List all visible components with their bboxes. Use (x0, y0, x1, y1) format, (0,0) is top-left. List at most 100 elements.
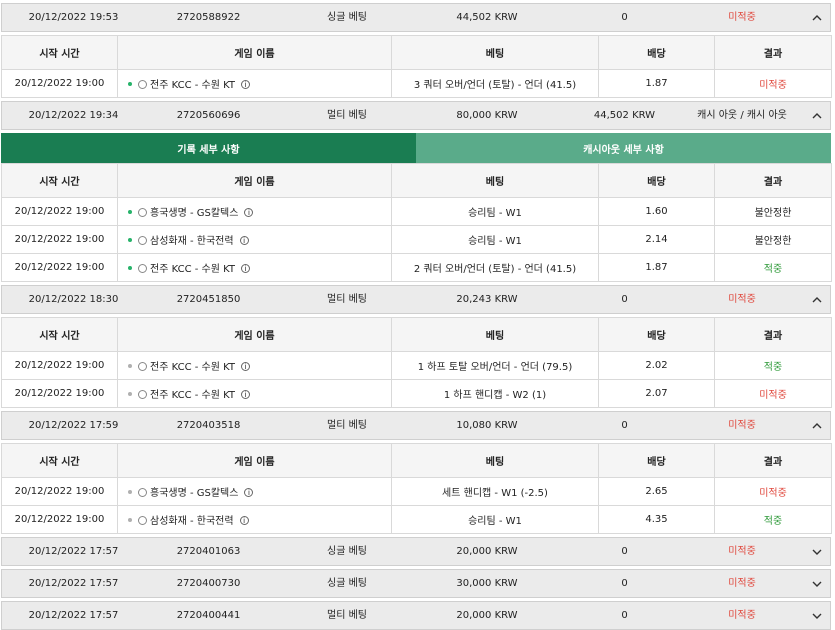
game-cell: 삼성화재 - 한국전력 i (117, 505, 392, 534)
bet-selection: 1 하프 토탈 오버/언더 - 언더 (79.5) (391, 351, 599, 380)
header-start-time: 시작 시간 (1, 317, 118, 352)
info-icon[interactable]: i (241, 263, 250, 273)
game-name: 흥국생명 - GS칼텍스 (150, 208, 239, 219)
status-dot-icon (128, 518, 132, 522)
details-tabs: 기록 세부 사항 캐시아웃 세부 사항 (1, 133, 831, 163)
bet-summary-row[interactable]: 20/12/2022 17:57 2720401063 싱글 베팅 20,000… (1, 537, 831, 566)
bet-date: 20/12/2022 17:57 (28, 578, 119, 589)
game-cell: 전주 KCC - 수원 KT i (117, 253, 392, 282)
info-icon[interactable]: i (241, 389, 250, 399)
result: 적중 (714, 253, 832, 282)
chevron-up-icon[interactable] (812, 295, 822, 305)
chevron-down-icon[interactable] (812, 611, 822, 621)
header-result: 결과 (714, 163, 832, 198)
header-start-time: 시작 시간 (1, 163, 118, 198)
odds: 1.87 (598, 253, 715, 282)
basketball-icon (138, 79, 147, 89)
bet-winnings: 0 (621, 578, 628, 589)
info-icon[interactable]: i (244, 487, 254, 497)
bet-winnings: 0 (621, 294, 628, 305)
live-dot-icon (128, 266, 132, 270)
bet-type: 멀티 베팅 (327, 610, 367, 621)
result: 미적중 (714, 379, 832, 408)
table-row: 20/12/2022 19:00 삼성화재 - 한국전력 i 승리팀 - W1 4… (1, 505, 832, 534)
bet-winnings: 44,502 KRW (593, 110, 656, 121)
bet-date: 20/12/2022 17:59 (28, 420, 119, 431)
live-dot-icon (128, 238, 132, 242)
chevron-up-icon[interactable] (812, 13, 822, 23)
bet-summary-row[interactable]: 20/12/2022 19:34 2720560696 멀티 베팅 80,000… (1, 101, 831, 130)
result: 적중 (714, 505, 832, 534)
start-time: 20/12/2022 19:00 (1, 69, 118, 98)
result: 미적중 (714, 69, 832, 98)
bet-amount: 20,000 KRW (456, 546, 518, 557)
table-row: 20/12/2022 19:00 전주 KCC - 수원 KT i 3 쿼터 오버… (1, 69, 832, 98)
chevron-down-icon[interactable] (812, 579, 822, 589)
bet-selection: 2 쿼터 오버/언더 (토탈) - 언더 (41.5) (391, 253, 599, 282)
bet-date: 20/12/2022 19:34 (28, 110, 119, 121)
table-row: 20/12/2022 19:00 전주 KCC - 수원 KT i 1 하프 토탈… (1, 351, 832, 380)
bet-date: 20/12/2022 18:30 (28, 294, 119, 305)
header-odds: 배당 (598, 35, 715, 70)
bet-summary-row[interactable]: 20/12/2022 17:57 2720400730 싱글 베팅 30,000… (1, 569, 831, 598)
bet-summary-row[interactable]: 20/12/2022 17:59 2720403518 멀티 베팅 10,080… (1, 411, 831, 440)
result: 불안정한 (714, 197, 832, 226)
tab-history-details[interactable]: 기록 세부 사항 (1, 133, 416, 163)
bet-details-table: 시작 시간 게임 이름 베팅 배당 결과 20/12/2022 19:00 흥국… (1, 163, 832, 282)
info-icon[interactable]: i (241, 79, 250, 89)
bet-amount: 20,000 KRW (456, 610, 518, 621)
header-bet: 베팅 (391, 317, 599, 352)
odds: 2.07 (598, 379, 715, 408)
bet-winnings: 0 (621, 12, 628, 23)
bet-summary-row[interactable]: 20/12/2022 18:30 2720451850 멀티 베팅 20,243… (1, 285, 831, 314)
info-icon[interactable]: i (244, 207, 254, 217)
bet-details-table: 시작 시간 게임 이름 베팅 배당 결과 20/12/2022 19:00 전주… (1, 35, 832, 98)
info-icon[interactable]: i (239, 235, 249, 245)
bet-id: 2720560696 (176, 110, 241, 121)
bet-id: 2720403518 (176, 420, 241, 431)
bet-type: 싱글 베팅 (327, 578, 367, 589)
header-start-time: 시작 시간 (1, 443, 118, 478)
bet-type: 싱글 베팅 (327, 12, 367, 23)
bet-status: 미적중 (728, 546, 756, 557)
bet-summary-row[interactable]: 20/12/2022 19:53 2720588922 싱글 베팅 44,502… (1, 3, 831, 32)
bet-type: 싱글 베팅 (327, 546, 367, 557)
bet-amount: 80,000 KRW (456, 110, 518, 121)
bet-history-list: 20/12/2022 19:53 2720588922 싱글 베팅 44,502… (1, 0, 832, 630)
bet-selection: 승리팀 - W1 (391, 505, 599, 534)
basketball-icon (138, 361, 147, 371)
header-bet: 베팅 (391, 443, 599, 478)
chevron-down-icon[interactable] (812, 547, 822, 557)
table-row: 20/12/2022 19:00 전주 KCC - 수원 KT i 1 하프 핸디… (1, 379, 832, 408)
result: 미적중 (714, 477, 832, 506)
header-game-name: 게임 이름 (117, 163, 392, 198)
info-icon[interactable]: i (241, 361, 250, 371)
info-icon[interactable]: i (239, 515, 249, 525)
start-time: 20/12/2022 19:00 (1, 379, 118, 408)
start-time: 20/12/2022 19:00 (1, 505, 118, 534)
bet-winnings: 0 (621, 610, 628, 621)
chevron-up-icon[interactable] (812, 421, 822, 431)
chevron-up-icon[interactable] (812, 111, 822, 121)
start-time: 20/12/2022 19:00 (1, 197, 118, 226)
basketball-icon (138, 263, 147, 273)
odds: 1.60 (598, 197, 715, 226)
tab-cashout-details[interactable]: 캐시아웃 세부 사항 (416, 133, 831, 163)
bet-amount: 20,243 KRW (456, 294, 518, 305)
volleyball-icon (138, 207, 147, 217)
table-row: 20/12/2022 19:00 전주 KCC - 수원 KT i 2 쿼터 오버… (1, 253, 832, 282)
start-time: 20/12/2022 19:00 (1, 477, 118, 506)
bet-type: 멀티 베팅 (327, 110, 367, 121)
game-cell: 전주 KCC - 수원 KT i (117, 379, 392, 408)
game-name: 전주 KCC - 수원 KT (150, 264, 235, 275)
start-time: 20/12/2022 19:00 (1, 225, 118, 254)
bet-id: 2720588922 (176, 12, 241, 23)
bet-status: 미적중 (728, 610, 756, 621)
start-time: 20/12/2022 19:00 (1, 253, 118, 282)
bet-type: 멀티 베팅 (327, 294, 367, 305)
bet-type: 멀티 베팅 (327, 420, 367, 431)
bet-selection: 승리팀 - W1 (391, 197, 599, 226)
bet-winnings: 0 (621, 420, 628, 431)
bet-status: 미적중 (728, 578, 756, 589)
bet-summary-row[interactable]: 20/12/2022 17:57 2720400441 멀티 베팅 20,000… (1, 601, 831, 630)
